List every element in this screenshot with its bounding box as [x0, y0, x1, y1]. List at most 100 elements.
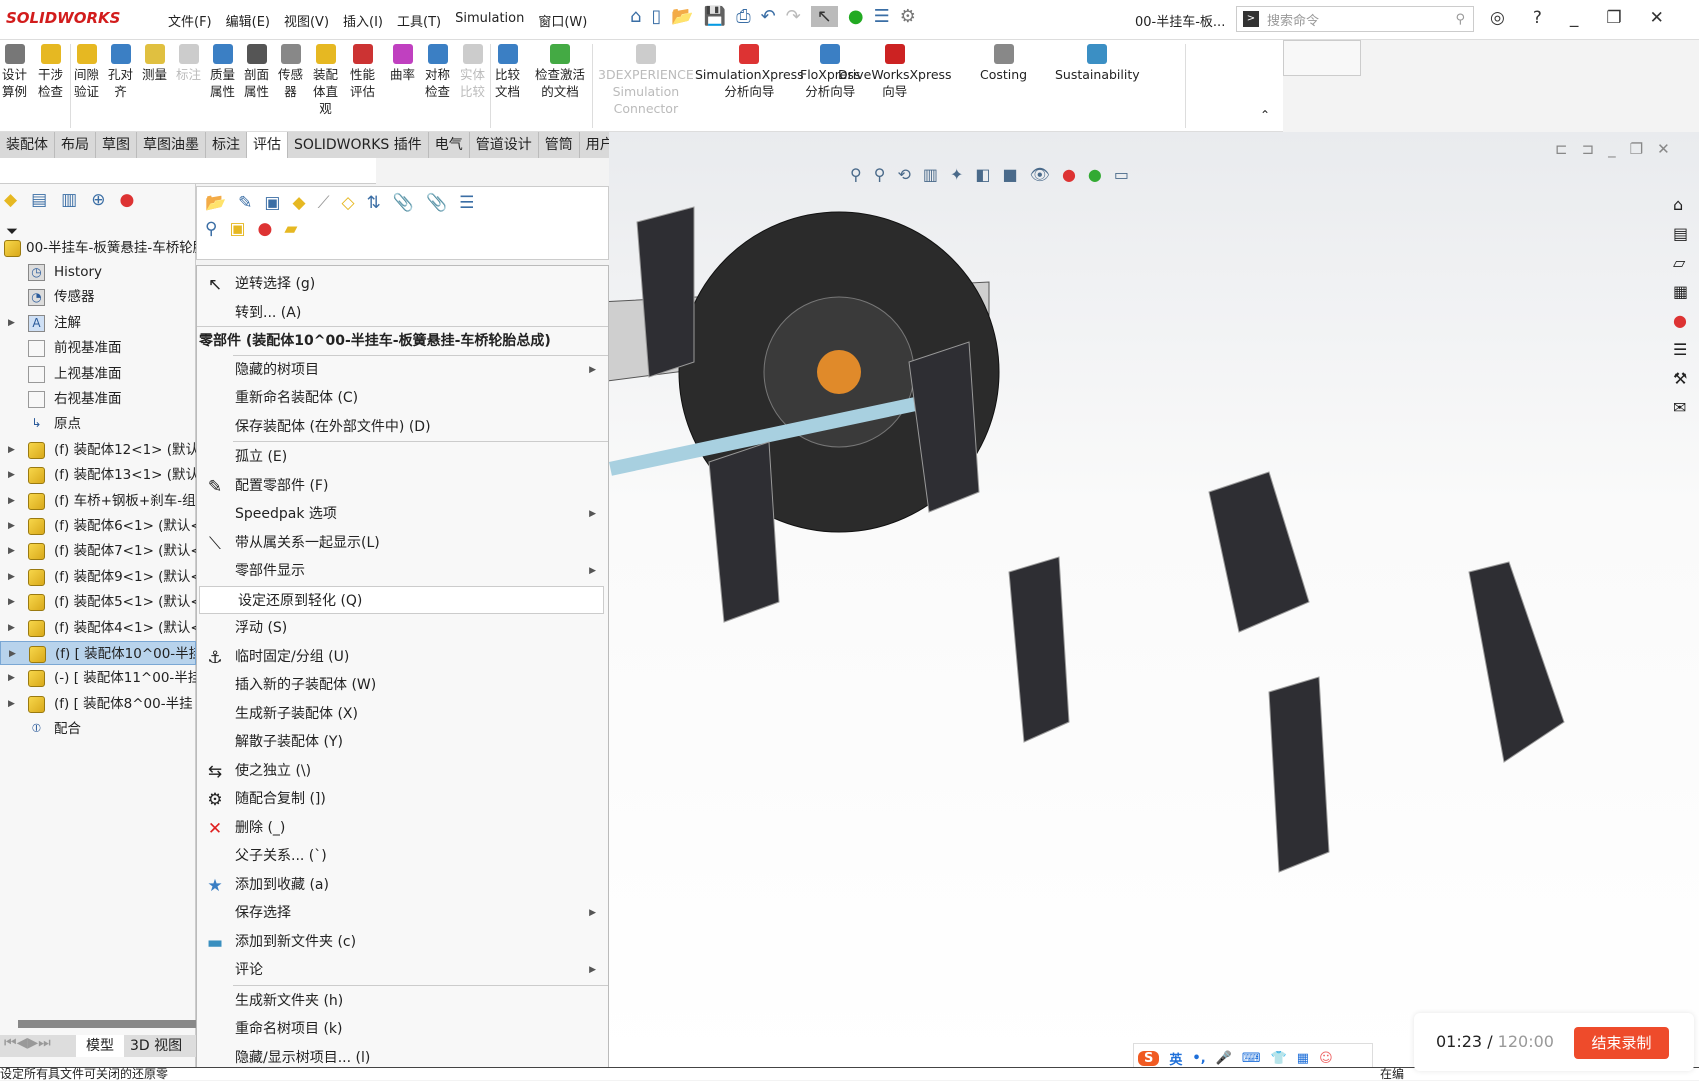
new-document-icon[interactable]: ▯: [651, 6, 661, 27]
tab-scroll-arrows[interactable]: ⏮◀▶⏭: [0, 1035, 76, 1057]
ribbon-button-13[interactable]: 实体 比较: [460, 44, 485, 100]
tile-left-icon[interactable]: ⊏: [1555, 140, 1568, 158]
context-menu-item[interactable]: 重新命名装配体 (C): [197, 384, 608, 412]
ribbon-button-12[interactable]: 对称 检查: [425, 44, 450, 100]
open-icon[interactable]: 📂: [671, 6, 693, 27]
print-icon[interactable]: ⎙: [736, 6, 750, 27]
context-menu-item[interactable]: ⚙ 随配合复制 (]): [197, 785, 608, 813]
mate-icon[interactable]: 📎: [393, 193, 414, 213]
displaymanager-tab-icon[interactable]: ●: [119, 190, 134, 210]
view-orientation-icon[interactable]: ◧: [975, 165, 990, 184]
ribbon-button-2[interactable]: 间隙 验证: [74, 44, 99, 100]
ribbon-button-17[interactable]: SimulationXpress 分析向导: [695, 44, 804, 100]
collapse-ribbon-icon[interactable]: ⌃: [1260, 108, 1270, 122]
minimize-button[interactable]: _: [1570, 8, 1579, 28]
solidworks-resources-icon[interactable]: ⌂: [1673, 195, 1688, 214]
suppress-icon[interactable]: ⟋: [318, 193, 330, 213]
expand-arrow-icon[interactable]: ▶: [8, 311, 15, 335]
microphone-icon[interactable]: 🎤: [1216, 1051, 1232, 1066]
viewport-minimize-icon[interactable]: _: [1608, 140, 1616, 158]
ribbon-button-16[interactable]: 3DEXPERIENCE Simulation Connector: [598, 44, 694, 117]
hide-components-icon[interactable]: ◆: [292, 193, 305, 213]
menu-3[interactable]: 插入(I): [343, 11, 383, 30]
ribbon-button-5[interactable]: 标注: [176, 44, 201, 83]
ribbon-button-0[interactable]: 设计 算例: [2, 44, 27, 100]
tab-0[interactable]: 装配体: [0, 132, 55, 158]
make-transparent-icon[interactable]: ◇: [341, 193, 354, 213]
ribbon-button-15[interactable]: 检查激活 的文档: [535, 44, 585, 100]
context-menu-item[interactable]: ⟍ 带从属关系一起显示(L): [197, 529, 608, 557]
tree-item[interactable]: ⦶ 配合: [0, 717, 196, 741]
rebuild-icon[interactable]: ●: [848, 6, 864, 27]
tree-item[interactable]: ▶ (f) 装配体5<1> (默认<: [0, 590, 196, 614]
propertymanager-tab-icon[interactable]: ▤: [31, 190, 47, 210]
close-button[interactable]: ✕: [1650, 8, 1664, 28]
context-menu-item[interactable]: ⇆ 使之独立 (\): [197, 757, 608, 785]
expand-arrow-icon[interactable]: ▶: [8, 590, 15, 614]
previous-view-icon[interactable]: ⟲: [897, 165, 910, 184]
horizontal-scrollbar[interactable]: [18, 1020, 196, 1028]
ribbon-button-20[interactable]: Costing: [980, 44, 1027, 83]
zoom-to-selection-icon[interactable]: ⚲: [205, 219, 217, 239]
tree-item[interactable]: ▶ (f) 装配体13<1> (默认: [0, 463, 196, 487]
appearance-icon[interactable]: ●: [258, 219, 273, 239]
tree-item[interactable]: ▶ (f) 装配体6<1> (默认<: [0, 514, 196, 538]
graphics-area[interactable]: [598, 132, 1699, 1067]
tab-5[interactable]: 评估: [247, 132, 288, 158]
context-menu-item[interactable]: 解散子装配体 (Y): [197, 728, 608, 756]
isolate-icon[interactable]: ▣: [229, 219, 245, 239]
ribbon-button-14[interactable]: 比较 文档: [495, 44, 520, 100]
context-menu-item[interactable]: 重命名树项目 (k): [197, 1015, 608, 1043]
search-icon[interactable]: ⚲: [1455, 12, 1465, 27]
ribbon-button-21[interactable]: Sustainability: [1055, 44, 1140, 83]
context-menu-item[interactable]: 保存装配体 (在外部文件中) (D): [197, 413, 608, 441]
forum-icon[interactable]: ✉: [1673, 398, 1688, 417]
menu-4[interactable]: 工具(T): [397, 11, 441, 30]
sogou-logo-icon[interactable]: S: [1138, 1050, 1160, 1066]
tree-item[interactable]: ▶ (f) 装配体9<1> (默认<: [0, 565, 196, 589]
expand-arrow-icon[interactable]: ▶: [8, 666, 15, 690]
scene-icon[interactable]: ●: [1088, 165, 1102, 184]
tree-item[interactable]: ▶ (f) 装配体7<1> (默认<: [0, 539, 196, 563]
help-icon[interactable]: ?: [1533, 8, 1542, 28]
tab-3d-view[interactable]: 3D 视图: [124, 1035, 188, 1057]
tree-item[interactable]: ◔ 传感器: [0, 285, 196, 309]
tab-1[interactable]: 布局: [55, 132, 96, 158]
user-icon[interactable]: ◎: [1490, 8, 1505, 28]
design-library-icon[interactable]: ▤: [1673, 224, 1688, 243]
select-icon[interactable]: ↖: [810, 6, 838, 27]
configurationmanager-tab-icon[interactable]: ▥: [61, 190, 77, 210]
context-menu-item[interactable]: 插入新的子装配体 (W): [197, 671, 608, 699]
toolbox-grid-icon[interactable]: ▦: [1297, 1051, 1309, 1066]
menu-6[interactable]: 窗口(W): [538, 11, 587, 30]
context-menu-item[interactable]: ✕ 删除 (_): [197, 814, 608, 842]
dynamic-annotation-icon[interactable]: ✦: [950, 165, 963, 184]
file-properties-icon[interactable]: ☰: [874, 6, 890, 27]
viewport-close-icon[interactable]: ✕: [1657, 140, 1670, 158]
ribbon-button-9[interactable]: 装配 体直 观: [313, 44, 338, 117]
tab-6[interactable]: SOLIDWORKS 插件: [288, 132, 429, 158]
stop-recording-button[interactable]: 结束录制: [1574, 1027, 1669, 1059]
view-settings-icon[interactable]: ▭: [1114, 165, 1129, 184]
tree-item[interactable]: ◷ History: [0, 260, 196, 284]
save-icon[interactable]: 💾: [704, 6, 726, 27]
open-assembly-icon[interactable]: ▣: [264, 193, 280, 213]
context-menu-item[interactable]: Speedpak 选项 ▶: [197, 500, 608, 528]
tree-item[interactable]: ↳ 原点: [0, 412, 196, 436]
context-menu-item[interactable]: ★ 添加到收藏 (a): [197, 871, 608, 899]
tab-4[interactable]: 标注: [206, 132, 247, 158]
component-properties-icon[interactable]: ☰: [459, 193, 474, 213]
context-menu-item[interactable]: ▬ 添加到新文件夹 (c): [197, 928, 608, 956]
context-menu-item[interactable]: 设定还原到轻化 (Q): [199, 585, 604, 614]
tab-7[interactable]: 电气: [429, 132, 470, 158]
tree-item[interactable]: ▶ (f) [ 装配体10^00-半挂: [0, 641, 196, 665]
dimxpert-tab-icon[interactable]: ⊕: [91, 190, 105, 210]
expand-arrow-icon[interactable]: ▶: [8, 539, 15, 563]
custom-properties-icon[interactable]: ☰: [1673, 340, 1688, 359]
expand-arrow-icon[interactable]: ▶: [8, 463, 15, 487]
ribbon-button-8[interactable]: 传感 器: [278, 44, 303, 100]
zoom-to-fit-icon[interactable]: ⚲: [850, 165, 862, 184]
context-menu-item[interactable]: 保存选择 ▶: [197, 899, 608, 927]
file-explorer-icon[interactable]: ▱: [1673, 253, 1688, 272]
hide-show-items-icon[interactable]: 👁: [1030, 165, 1050, 184]
